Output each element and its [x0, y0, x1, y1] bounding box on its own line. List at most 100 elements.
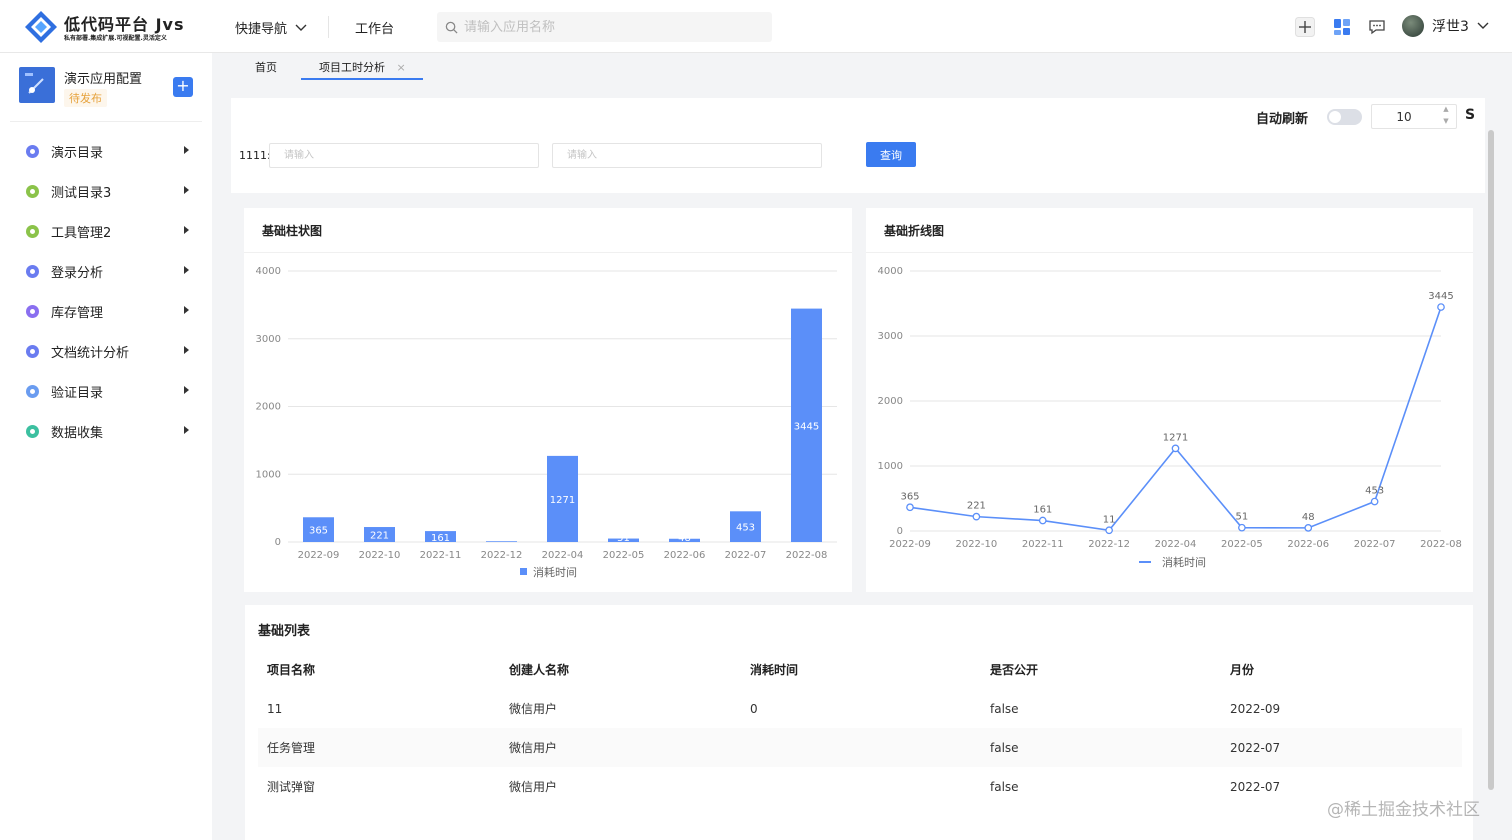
column-header[interactable]: 项目名称 [258, 649, 500, 689]
menu-item-icon [26, 144, 39, 158]
filter-input-2[interactable] [552, 143, 822, 168]
menu-item-label: 工具管理2 [51, 225, 112, 241]
app-image-icon [25, 73, 44, 94]
column-header[interactable]: 是否公开 [981, 649, 1221, 689]
query-button[interactable]: 查询 [866, 142, 916, 167]
sidebar-divider [10, 121, 202, 122]
point-value-label: 11 [1103, 514, 1116, 525]
auto-refresh-label: 自动刷新 [1256, 112, 1309, 127]
line-chart: 0 1000 2000 3000 4000 365 2022-09 221 2022-10 161… [878, 266, 1462, 569]
line-chart-card: 基础折线图 0 1000 2000 3000 4000 365 2022-09 221 2022… [866, 208, 1473, 592]
sidebar-menu-item[interactable]: 登录分析 [0, 251, 212, 291]
column-header[interactable]: 创建人名称 [500, 649, 741, 689]
menu-item-label: 数据收集 [51, 425, 104, 441]
refresh-interval-input[interactable] [1372, 105, 1436, 128]
bar-chart: 0 1000 2000 3000 4000 365 2022-09 221 2022-10 161… [256, 266, 837, 579]
app-search-input[interactable] [464, 19, 754, 35]
stepper-down-icon[interactable]: ▼ [1436, 117, 1456, 128]
y-tick-label: 3000 [256, 334, 281, 345]
x-tick-label: 2022-06 [664, 550, 706, 561]
sidebar-menu-item[interactable]: 数据收集 [0, 411, 212, 451]
data-table: 项目名称 创建人名称 消耗时间 是否公开 月份 11 微信用户 0 false 2022… [258, 649, 1462, 806]
table-cell: 微信用户 [500, 728, 741, 767]
sidebar-menu-item[interactable]: 测试目录3 [0, 171, 212, 211]
chevron-down-icon [1477, 22, 1489, 29]
tab-project-hours[interactable]: 项目工时分析 × [319, 59, 406, 75]
chevron-down-icon [295, 24, 307, 31]
filter-panel: 自动刷新 ▲ ▼ S 1111: 查询 [231, 98, 1485, 193]
page-scrollbar[interactable] [1488, 130, 1494, 790]
sidebar-menu-item[interactable]: 演示目录 [0, 131, 212, 171]
filter-input-1[interactable] [269, 143, 539, 168]
x-tick-label: 2022-07 [725, 550, 767, 561]
menu-item-icon [26, 184, 39, 198]
table-row[interactable]: 11 微信用户 0 false 2022-09 [258, 689, 1462, 728]
refresh-interval-stepper: ▲ ▼ [1371, 104, 1457, 129]
x-tick-label: 2022-08 [1420, 539, 1462, 550]
table-cell: 测试弹窗 [267, 780, 316, 794]
point-value-label: 51 [1236, 512, 1249, 523]
user-menu[interactable]: 浮世3 [1402, 15, 1489, 37]
basic-list-card: 基础列表 项目名称 创建人名称 消耗时间 是否公开 月份 11 微信用户 0 fals… [245, 605, 1473, 840]
point-value-label: 221 [967, 501, 986, 512]
table-header-row: 项目名称 创建人名称 消耗时间 是否公开 月份 [258, 649, 1462, 689]
caret-right-icon [184, 346, 189, 354]
y-tick-label: 3000 [878, 331, 903, 342]
point-value-label: 3445 [1428, 291, 1453, 302]
sidebar-menu-item[interactable]: 库存管理 [0, 291, 212, 331]
data-point[interactable] [906, 503, 914, 512]
user-name: 浮世3 [1432, 19, 1469, 35]
series-line [909, 306, 1442, 532]
add-menu-button[interactable]: + [173, 77, 193, 97]
bar-value-label: 51 [617, 533, 630, 544]
table-cell: 11 [267, 701, 283, 716]
data-point[interactable] [1171, 444, 1180, 453]
message-icon [1369, 20, 1385, 35]
x-tick-label: 2022-12 [481, 550, 523, 561]
quick-nav-menu[interactable]: 快捷导航 [235, 18, 307, 37]
apps-button[interactable] [1331, 16, 1353, 38]
table-cell: 0 [750, 701, 758, 716]
search-icon [445, 21, 458, 34]
data-point[interactable] [1238, 523, 1246, 532]
x-tick-label: 2022-11 [420, 550, 462, 561]
x-tick-label: 2022-05 [1221, 539, 1263, 550]
tab-close-icon[interactable]: × [397, 61, 406, 74]
y-tick-label: 0 [275, 537, 281, 548]
message-button[interactable] [1366, 16, 1388, 38]
sidebar-menu-item[interactable]: 验证目录 [0, 371, 212, 411]
workbench-link[interactable]: 工作台 [355, 18, 394, 37]
sidebar-menu-item[interactable]: 文档统计分析 [0, 331, 212, 371]
data-point[interactable] [1304, 524, 1313, 532]
data-point[interactable] [1370, 497, 1379, 506]
y-tick-label: 4000 [256, 266, 281, 277]
brand-subtitle: 私有部署.集成扩展.可视配置.灵活定义 [64, 35, 167, 42]
auto-refresh-toggle[interactable] [1327, 109, 1362, 125]
data-point[interactable] [1105, 526, 1113, 535]
quick-nav-label: 快捷导航 [235, 22, 288, 37]
add-button[interactable] [1294, 16, 1316, 38]
sidebar-menu-item[interactable]: 工具管理2 [0, 211, 212, 251]
sidebar-menu: 演示目录测试目录3 工具管理2 登录分析库存管理 文档统计分析 验证目录数据收集 [0, 131, 212, 451]
column-header[interactable]: 消耗时间 [741, 649, 981, 689]
x-tick-label: 2022-09 [889, 539, 931, 550]
column-header[interactable]: 月份 [1221, 649, 1462, 689]
table-row[interactable]: 测试弹窗 微信用户 false 2022-07 [258, 767, 1462, 806]
menu-item-label: 测试目录3 [51, 185, 112, 201]
active-tab-indicator [301, 78, 423, 80]
header-divider [328, 16, 329, 38]
stepper-up-icon[interactable]: ▲ [1436, 105, 1456, 116]
bar-value-label: 161 [431, 533, 450, 544]
data-point[interactable] [1038, 516, 1047, 525]
tab-label: 项目工时分析 [319, 61, 385, 74]
table-cell [741, 767, 981, 806]
table-cell: 2022-07 [1221, 728, 1462, 767]
caret-right-icon [184, 386, 189, 394]
data-point[interactable] [1437, 303, 1445, 311]
tab-home[interactable]: 首页 [255, 59, 277, 75]
y-tick-label: 0 [897, 526, 903, 537]
table-row[interactable]: 任务管理 微信用户 false 2022-07 [258, 728, 1462, 767]
table-cell [741, 728, 981, 767]
data-point[interactable] [972, 512, 981, 521]
menu-item-label: 登录分析 [51, 265, 104, 281]
